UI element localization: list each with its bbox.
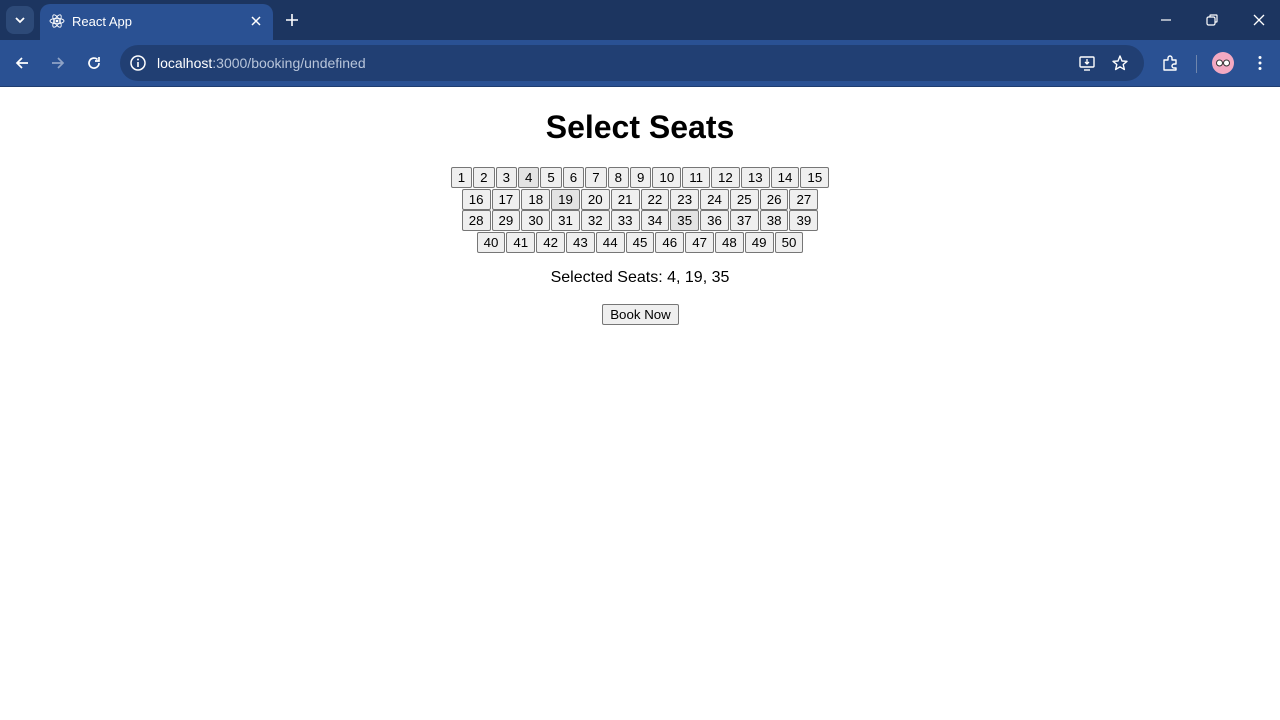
seat-button[interactable]: 8 bbox=[607, 167, 630, 188]
chevron-down-icon bbox=[15, 17, 25, 24]
tab-active[interactable]: React App bbox=[40, 4, 273, 40]
book-now-button[interactable]: Book Now bbox=[602, 304, 679, 325]
url-text[interactable]: localhost:3000/booking/undefined bbox=[157, 55, 366, 71]
seat-button[interactable]: 44 bbox=[595, 231, 625, 253]
url-host: localhost bbox=[157, 55, 213, 71]
seat-button[interactable]: 11 bbox=[682, 167, 711, 188]
seat-button[interactable]: 7 bbox=[585, 167, 607, 188]
seat-button[interactable]: 39 bbox=[789, 210, 819, 231]
seat-row: 28 29 30 31 32 33 34 35 36 37 38 39 bbox=[0, 210, 1280, 232]
seat-button[interactable]: 42 bbox=[536, 231, 565, 253]
selected-seats-text: Selected Seats: 4, 19, 35 bbox=[550, 269, 730, 286]
star-icon[interactable] bbox=[1111, 54, 1129, 72]
browser-toolbar: localhost:3000/booking/undefined bbox=[0, 40, 1280, 87]
seat-button[interactable]: 21 bbox=[610, 188, 640, 210]
seat-button[interactable]: 50 bbox=[774, 231, 804, 253]
back-icon[interactable] bbox=[13, 54, 31, 72]
url-path: :3000/booking/undefined bbox=[212, 55, 366, 71]
reload-icon[interactable] bbox=[85, 54, 103, 72]
restore-icon[interactable] bbox=[1204, 12, 1220, 28]
window-close-icon[interactable] bbox=[1251, 12, 1267, 28]
seat-button[interactable]: 3 bbox=[495, 167, 517, 188]
seat-button[interactable]: 6 bbox=[562, 167, 585, 188]
seat-button[interactable]: 41 bbox=[506, 231, 536, 253]
plus-icon[interactable] bbox=[284, 12, 300, 28]
seat-button[interactable]: 2 bbox=[473, 167, 495, 188]
toolbar-divider bbox=[1196, 55, 1197, 73]
seat-grid: 1 2 3 4 5 6 7 8 9 10 11 12 13 14 15 16 17 18 19 20 21 22 23 24 2… bbox=[0, 167, 1280, 253]
seat-button[interactable]: 46 bbox=[655, 231, 685, 253]
seat-button[interactable]: 45 bbox=[625, 231, 655, 253]
seat-button[interactable]: 20 bbox=[580, 188, 610, 210]
profile-icon bbox=[1216, 59, 1230, 67]
seat-button[interactable]: 38 bbox=[759, 210, 789, 231]
address-bar[interactable]: localhost:3000/booking/undefined bbox=[120, 45, 1144, 81]
seat-row: 1 2 3 4 5 6 7 8 9 10 11 12 13 14 15 bbox=[0, 167, 1280, 189]
seat-button[interactable]: 31 bbox=[551, 210, 580, 231]
seat-button[interactable]: 33 bbox=[610, 210, 640, 231]
seat-button[interactable]: 1 bbox=[450, 167, 473, 188]
seat-button[interactable]: 26 bbox=[759, 188, 789, 210]
seat-button[interactable]: 16 bbox=[461, 188, 491, 210]
seat-button[interactable]: 40 bbox=[476, 231, 506, 253]
install-icon[interactable] bbox=[1078, 54, 1096, 72]
seat-button[interactable]: 36 bbox=[700, 210, 729, 231]
page-title: Select Seats bbox=[545, 109, 735, 145]
seat-button[interactable]: 27 bbox=[789, 188, 819, 210]
tab-title: React App bbox=[72, 14, 132, 29]
tab-strip: React App bbox=[0, 0, 1280, 40]
react-icon bbox=[49, 14, 65, 28]
seat-button[interactable]: 19 bbox=[551, 188, 580, 210]
seat-button[interactable]: 23 bbox=[670, 188, 700, 210]
seat-button[interactable]: 14 bbox=[770, 167, 800, 188]
seat-button[interactable]: 15 bbox=[800, 167, 830, 188]
avatar[interactable] bbox=[1212, 52, 1234, 74]
seat-button[interactable]: 13 bbox=[740, 167, 770, 188]
seat-button[interactable]: 47 bbox=[685, 231, 714, 253]
seat-button[interactable]: 35 bbox=[670, 210, 700, 231]
seat-button[interactable]: 24 bbox=[700, 188, 729, 210]
forward-icon[interactable] bbox=[49, 54, 67, 72]
tab-search-button[interactable] bbox=[6, 6, 34, 34]
seat-button[interactable]: 32 bbox=[580, 210, 610, 231]
close-icon[interactable] bbox=[248, 13, 264, 29]
seat-button[interactable]: 17 bbox=[491, 188, 521, 210]
seat-button[interactable]: 43 bbox=[566, 231, 595, 253]
seat-button[interactable]: 49 bbox=[744, 231, 774, 253]
menu-icon[interactable] bbox=[1251, 54, 1269, 72]
seat-button[interactable]: 18 bbox=[521, 188, 551, 210]
seat-button[interactable]: 29 bbox=[491, 210, 521, 231]
seat-button[interactable]: 5 bbox=[540, 167, 562, 188]
minimize-icon[interactable] bbox=[1158, 12, 1174, 28]
seat-button[interactable]: 22 bbox=[640, 188, 670, 210]
seat-button[interactable]: 34 bbox=[640, 210, 670, 231]
info-icon[interactable] bbox=[129, 54, 147, 72]
extensions-icon[interactable] bbox=[1161, 54, 1179, 72]
seat-button[interactable]: 10 bbox=[652, 167, 682, 188]
seat-row: 16 17 18 19 20 21 22 23 24 25 26 27 bbox=[0, 188, 1280, 211]
seat-button[interactable]: 30 bbox=[521, 210, 551, 231]
seat-button[interactable]: 48 bbox=[714, 231, 744, 253]
seat-button[interactable]: 9 bbox=[630, 167, 652, 188]
seat-button[interactable]: 28 bbox=[461, 210, 491, 231]
seat-row: 40 41 42 43 44 45 46 47 48 49 50 bbox=[0, 231, 1280, 254]
seat-button[interactable]: 25 bbox=[729, 188, 759, 210]
seat-button[interactable]: 12 bbox=[711, 167, 740, 188]
page-content: Select Seats 1 2 3 4 5 6 7 8 9 10 11 12 13 14 15 16 17 18… bbox=[0, 87, 1280, 720]
seat-button[interactable]: 4 bbox=[517, 167, 540, 188]
seat-button[interactable]: 37 bbox=[729, 210, 759, 231]
